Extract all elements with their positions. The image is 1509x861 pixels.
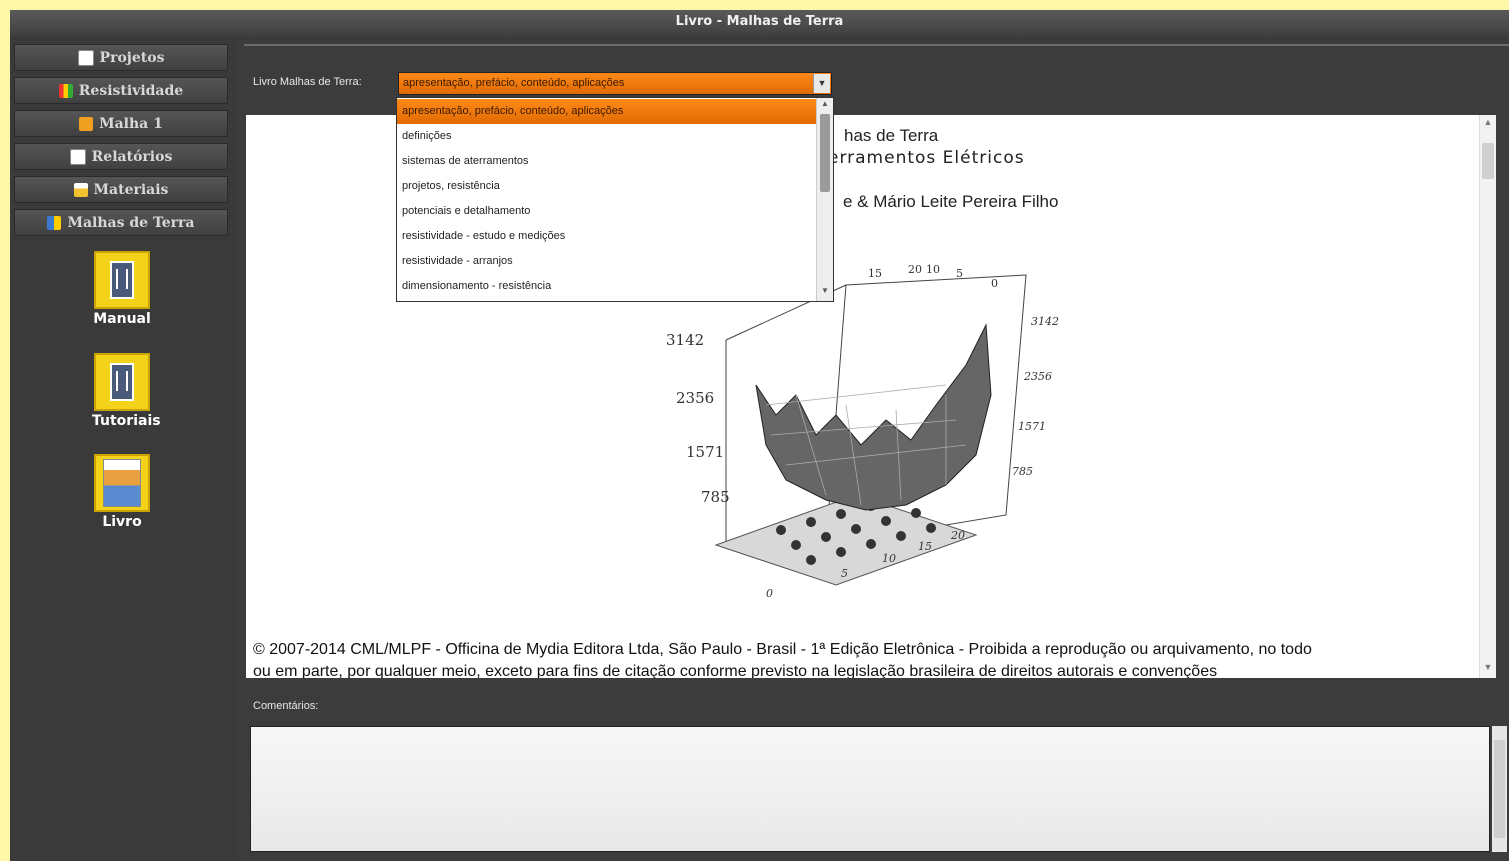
front-tick-label: 10 bbox=[882, 552, 896, 565]
nav-button-materiais[interactable]: Materiais bbox=[14, 176, 228, 203]
z-tick-label: 2356 bbox=[676, 389, 714, 407]
dropdown-option[interactable]: resistividade - estudo e medições bbox=[397, 224, 817, 249]
shortcut-tutoriais[interactable]: Tutoriais bbox=[92, 353, 161, 429]
chapter-select-value: apresentação, prefácio, conteúdo, aplica… bbox=[403, 77, 625, 89]
shortcut-livro[interactable]: Livro bbox=[92, 454, 152, 530]
dropdown-option[interactable]: dimensionamento - resistência bbox=[397, 274, 817, 299]
mesh-icon bbox=[79, 116, 94, 131]
book-subtitle: erramentos Elétricos bbox=[828, 148, 1025, 168]
front-tick-label: 15 bbox=[918, 540, 932, 553]
right-tick-label: 2356 bbox=[1023, 370, 1052, 383]
top-tick-label: 10 bbox=[926, 263, 940, 276]
z-tick-label: 785 bbox=[701, 488, 730, 506]
content-scrollbar[interactable]: ▲ ▼ bbox=[1479, 115, 1496, 678]
top-tick-label: 0 bbox=[991, 277, 998, 290]
dropdown-option[interactable]: sistemas de aterramentos bbox=[397, 149, 817, 174]
grid-icon bbox=[58, 83, 73, 98]
folder-icon bbox=[77, 49, 94, 66]
comments-textarea[interactable] bbox=[250, 726, 1490, 852]
tutorial-book-icon bbox=[94, 353, 150, 411]
z-tick-label: 3142 bbox=[666, 331, 704, 349]
nav-button-label: Projetos bbox=[99, 49, 165, 66]
copyright-text-line2: ou em parte, por qualquer meio, exceto p… bbox=[253, 663, 1218, 678]
nav-button-label: Materiais bbox=[93, 181, 169, 198]
front-tick-label: 0 bbox=[766, 587, 773, 600]
nav-button-resistividade[interactable]: Resistividade bbox=[14, 77, 228, 104]
book-cover-icon bbox=[94, 454, 150, 512]
nav-button-label: Malhas de Terra bbox=[67, 214, 195, 231]
window-title: Livro - Malhas de Terra bbox=[10, 10, 1509, 36]
shortcut-label: Tutoriais bbox=[92, 413, 161, 429]
scroll-down-icon[interactable]: ▼ bbox=[817, 286, 833, 300]
chapter-select-label: Livro Malhas de Terra: bbox=[253, 76, 362, 88]
shortcut-manual[interactable]: Manual bbox=[92, 251, 152, 327]
nav-button-malha-1[interactable]: Malha 1 bbox=[14, 110, 228, 137]
report-icon bbox=[69, 148, 86, 165]
manual-book-icon bbox=[94, 251, 150, 309]
dropdown-option[interactable]: definições bbox=[397, 124, 817, 149]
right-tick-label: 3142 bbox=[1031, 315, 1059, 328]
top-tick-label: 15 bbox=[868, 267, 882, 280]
top-tick-label: 20 bbox=[908, 263, 922, 276]
scroll-up-icon[interactable]: ▲ bbox=[1480, 117, 1496, 131]
book-authors: e & Mário Leite Pereira Filho bbox=[843, 192, 1059, 211]
scroll-thumb[interactable] bbox=[1482, 143, 1494, 179]
copyright-text-line1: © 2007-2014 CML/MLPF - Officina de Mydia… bbox=[253, 641, 1312, 658]
dropdown-option[interactable]: resistividade - arranjos bbox=[397, 249, 817, 274]
ground-mesh-icon bbox=[47, 215, 62, 230]
nav-button-label: Resistividade bbox=[78, 82, 184, 99]
sidebar: Projetos Resistividade Malha 1 Relatório… bbox=[10, 40, 236, 861]
z-tick-label: 1571 bbox=[686, 443, 724, 461]
dropdown-option[interactable]: apresentação, prefácio, conteúdo, aplica… bbox=[397, 99, 817, 124]
nav-button-label: Malha 1 bbox=[99, 115, 163, 132]
right-tick-label: 785 bbox=[1012, 465, 1033, 478]
comments-label: Comentários: bbox=[253, 700, 319, 712]
scroll-thumb[interactable] bbox=[1494, 740, 1505, 838]
materials-icon bbox=[73, 182, 88, 197]
book-title: has de Terra bbox=[844, 126, 939, 145]
nav-button-malhas-de-terra[interactable]: Malhas de Terra bbox=[14, 209, 228, 236]
shortcut-label: Livro bbox=[102, 514, 142, 530]
scroll-down-icon[interactable]: ▼ bbox=[1480, 662, 1496, 676]
shortcut-label: Manual bbox=[93, 311, 151, 327]
divider bbox=[244, 44, 1509, 46]
scroll-thumb[interactable] bbox=[820, 114, 830, 192]
nav-button-relatorios[interactable]: Relatórios bbox=[14, 143, 228, 170]
right-tick-label: 1571 bbox=[1018, 420, 1046, 433]
dropdown-option[interactable]: potenciais e detalhamento bbox=[397, 199, 817, 224]
nav-button-projetos[interactable]: Projetos bbox=[14, 44, 228, 71]
top-tick-label: 5 bbox=[956, 267, 963, 280]
dropdown-option[interactable]: projetos, resistência bbox=[397, 174, 817, 199]
chapter-select[interactable]: apresentação, prefácio, conteúdo, aplica… bbox=[398, 72, 832, 95]
front-tick-label: 5 bbox=[841, 567, 848, 580]
dropdown-scrollbar[interactable]: ▲ ▼ bbox=[816, 98, 833, 301]
front-tick-label: 20 bbox=[950, 529, 965, 542]
scroll-up-icon[interactable]: ▲ bbox=[817, 99, 833, 113]
comments-scrollbar[interactable] bbox=[1492, 726, 1507, 852]
nav-button-label: Relatórios bbox=[91, 148, 173, 165]
chevron-down-icon[interactable]: ▼ bbox=[813, 74, 830, 93]
chapter-dropdown-list[interactable]: apresentação, prefácio, conteúdo, aplica… bbox=[396, 97, 834, 302]
